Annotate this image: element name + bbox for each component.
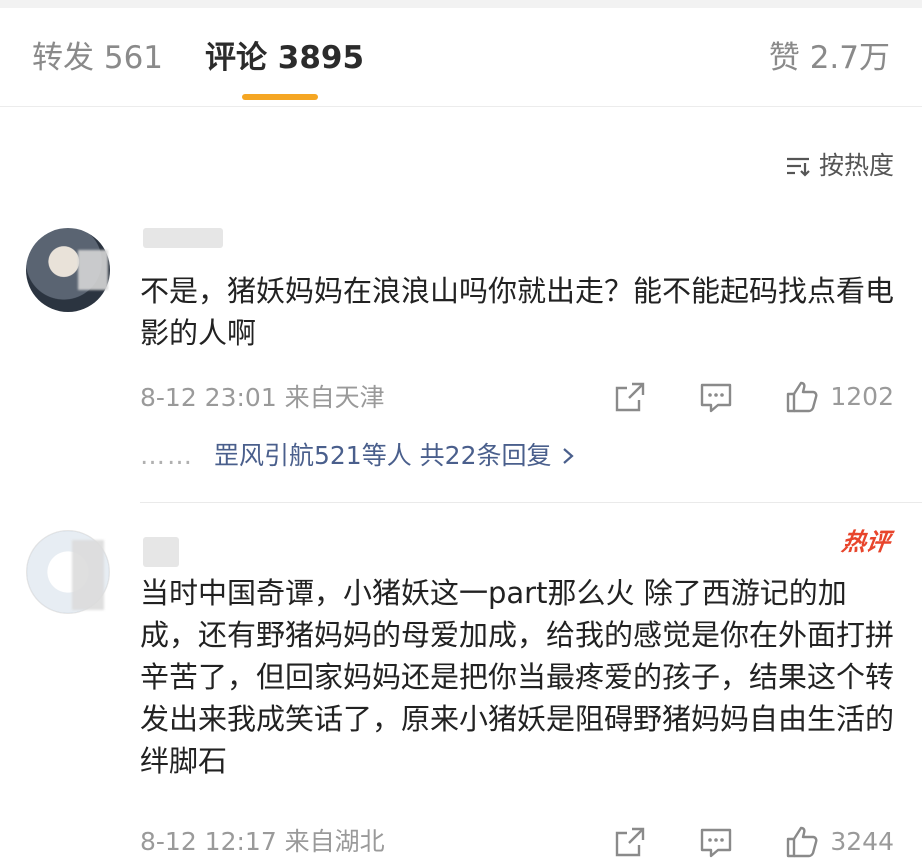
like-count: 1202: [830, 382, 894, 411]
comment-text: 不是，猪妖妈妈在浪浪山吗你就出走？能不能起码找点看电影的人啊: [140, 274, 895, 350]
avatar-redaction: [78, 250, 108, 290]
username-redacted[interactable]: [143, 228, 223, 248]
thumbs-up-icon[interactable]: [784, 379, 820, 415]
top-strip: [0, 0, 922, 8]
tab-bar: 转发 561 评论 3895 赞 2.7万: [0, 8, 922, 107]
sort-icon: [786, 157, 810, 177]
comment-icon[interactable]: [698, 379, 734, 415]
active-tab-indicator: [242, 94, 318, 100]
sort-by-hot-button[interactable]: 按热度: [785, 150, 894, 182]
comment-actions: 3244: [612, 824, 894, 860]
replies-label: 罡风引航521等人 共22条回复: [214, 441, 552, 470]
comment-meta: 8-12 23:01 来自天津: [140, 383, 385, 412]
comment-actions: 1202: [612, 379, 894, 415]
comment-meta: 8-12 12:17 来自湖北: [140, 827, 385, 856]
sort-label: 按热度: [818, 151, 894, 180]
thumbs-up-icon[interactable]: [784, 824, 820, 860]
comment-divider: [140, 502, 922, 503]
tab-likes[interactable]: 赞 2.7万: [769, 38, 890, 78]
tab-comments[interactable]: 评论 3895: [205, 38, 364, 78]
share-icon[interactable]: [612, 379, 648, 415]
view-replies-link[interactable]: …… 罡风引航521等人 共22条回复: [140, 440, 577, 472]
chevron-right-icon: [563, 448, 575, 464]
avatar-redaction: [72, 540, 104, 610]
share-icon[interactable]: [612, 824, 648, 860]
username-redacted[interactable]: [143, 537, 179, 567]
comment-text: 当时中国奇谭，小猪妖这一part那么火 除了西游记的加成，还有野猪妈妈的母爱加成…: [140, 576, 895, 778]
like-count: 3244: [830, 827, 894, 856]
replies-dots: ……: [140, 441, 194, 470]
tab-reposts[interactable]: 转发 561: [32, 38, 163, 78]
comment-icon[interactable]: [698, 824, 734, 860]
hot-comment-badge: 热评: [840, 528, 892, 556]
